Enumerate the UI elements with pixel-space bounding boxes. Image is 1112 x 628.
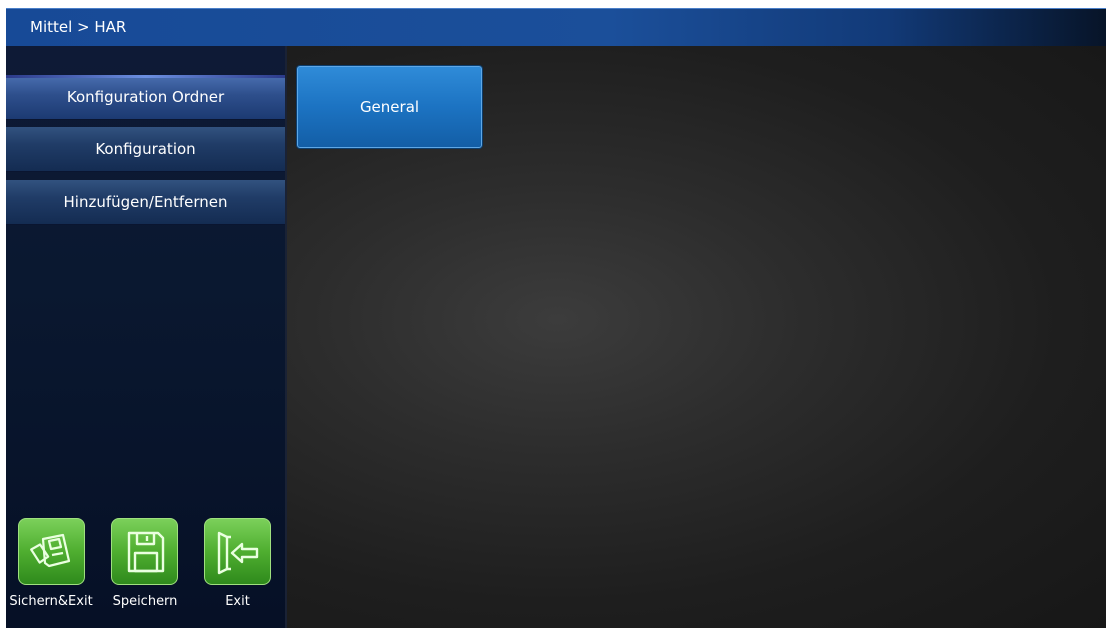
sidebar-item-label: Konfiguration Ordner xyxy=(66,88,225,106)
save-exit-button[interactable] xyxy=(18,518,85,585)
tile-label: General xyxy=(359,98,420,116)
app-window: Mittel > HAR Konfiguration Ordner Konfig… xyxy=(6,8,1106,628)
exit-button[interactable] xyxy=(204,518,271,585)
sidebar-item-label: Konfiguration xyxy=(95,140,196,158)
sidebar-item-hinzufuegen-entfernen[interactable]: Hinzufügen/Entfernen xyxy=(6,180,285,225)
speichern-button[interactable] xyxy=(111,518,178,585)
save-exit-label[interactable]: Sichern&Exit xyxy=(6,594,96,610)
exit-icon xyxy=(217,531,259,575)
general-tile[interactable]: General xyxy=(297,66,482,148)
sidebar-item-konfiguration[interactable]: Konfiguration xyxy=(6,127,285,172)
floppy-disk-icon xyxy=(127,531,165,573)
sidebar-item-konfiguration-ordner[interactable]: Konfiguration Ordner xyxy=(6,75,285,120)
sidebar-item-label: Hinzufügen/Entfernen xyxy=(63,193,228,211)
exit-label[interactable]: Exit xyxy=(204,594,271,610)
save-exit-icon xyxy=(30,533,71,568)
breadcrumb: Mittel > HAR xyxy=(30,18,127,36)
speichern-label[interactable]: Speichern xyxy=(104,594,186,610)
main-content: General xyxy=(285,46,1106,628)
top-bar: Mittel > HAR xyxy=(6,8,1106,46)
